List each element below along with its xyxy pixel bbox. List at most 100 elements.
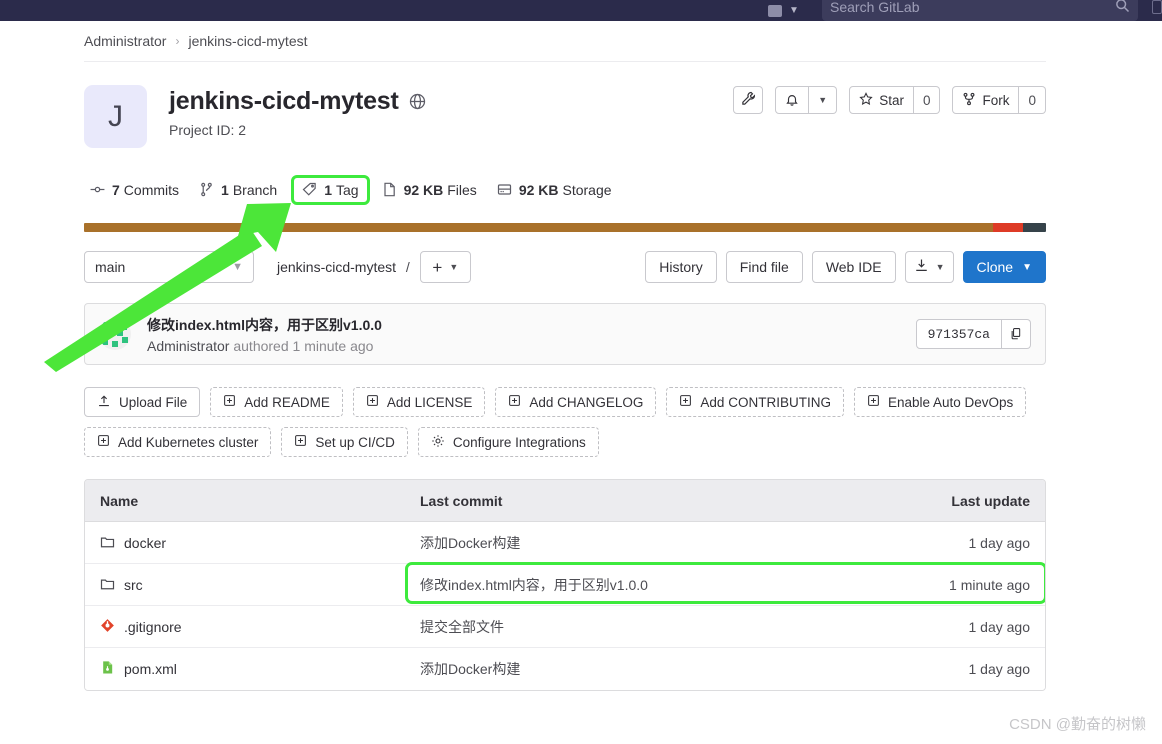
clone-button[interactable]: Clone ▼ xyxy=(962,251,1046,283)
breadcrumb: Administrator › jenkins-cicd-mytest xyxy=(84,21,1046,62)
branch-selector[interactable]: main ▼ xyxy=(84,251,254,283)
stat-files[interactable]: 92 KB Files xyxy=(376,177,483,203)
table-row[interactable]: pom.xml 添加Docker构建 1 day ago xyxy=(85,648,1045,690)
file-name[interactable]: .gitignore xyxy=(124,619,182,635)
file-last-update: 1 minute ago xyxy=(949,576,1030,593)
project-header-actions: ▼ Star 0 Fork 0 xyxy=(733,86,1046,114)
file-icon xyxy=(382,182,397,197)
bell-icon[interactable] xyxy=(775,86,810,114)
chevron-down-icon[interactable]: ▼ xyxy=(789,5,799,16)
download-icon xyxy=(914,258,929,276)
watermark: CSDN @勤奋的树懒 xyxy=(1009,716,1146,733)
stat-commits[interactable]: 7 Commits xyxy=(84,177,185,203)
quick-action-label: Add CONTRIBUTING xyxy=(700,394,831,410)
tag-icon xyxy=(302,182,317,197)
web-ide-button[interactable]: Web IDE xyxy=(811,251,896,283)
stat-files-value: 92 KB xyxy=(403,181,444,198)
file-name[interactable]: pom.xml xyxy=(124,661,177,677)
language-segment-2[interactable] xyxy=(993,223,1023,232)
stat-tags-value: 1 xyxy=(324,181,332,198)
fork-button[interactable]: Fork xyxy=(952,86,1020,114)
add-to-repository-button[interactable]: + ▼ xyxy=(419,251,471,283)
path-separator: / xyxy=(405,259,410,275)
project-settings-button[interactable] xyxy=(733,86,764,114)
find-file-button[interactable]: Find file xyxy=(725,251,803,283)
table-row[interactable]: .gitignore 提交全部文件 1 day ago xyxy=(85,606,1045,648)
table-header: Name Last commit Last update xyxy=(85,480,1045,522)
enable-auto-devops-button[interactable]: Enable Auto DevOps xyxy=(853,387,1027,417)
fork-label: Fork xyxy=(982,92,1010,108)
navbar-user-avatar[interactable] xyxy=(1152,0,1162,14)
add-contributing-button[interactable]: Add CONTRIBUTING xyxy=(666,387,844,417)
file-last-update: 1 day ago xyxy=(968,534,1031,551)
star-count[interactable]: 0 xyxy=(913,86,941,114)
path-root[interactable]: jenkins-cicd-mytest xyxy=(277,259,396,275)
notifications-chevron[interactable]: ▼ xyxy=(809,86,838,114)
stat-branches[interactable]: 1 Branch xyxy=(193,177,283,203)
fork-icon xyxy=(962,92,976,109)
quick-actions-row-2: Add Kubernetes cluster Set up CI/CD Conf… xyxy=(84,427,1046,457)
column-header-name: Name xyxy=(100,492,139,509)
page-title: jenkins-cicd-mytest xyxy=(169,87,399,115)
project-header: J jenkins-cicd-mytest Project ID: 2 ▼ St… xyxy=(84,62,1046,148)
top-navbar: ▼ Search GitLab xyxy=(0,0,1162,21)
commit-sha-group: 971357ca xyxy=(915,319,1031,349)
add-kubernetes-cluster-button[interactable]: Add Kubernetes cluster xyxy=(84,427,272,457)
storage-icon xyxy=(497,182,512,197)
language-segment-3[interactable] xyxy=(1022,223,1046,232)
quick-action-label: Add Kubernetes cluster xyxy=(118,434,259,450)
stat-storage-value: 92 KB xyxy=(518,181,559,198)
upload-file-button[interactable]: Upload File xyxy=(84,387,201,417)
stat-branches-label: Branch xyxy=(232,181,278,198)
chevron-down-icon: ▼ xyxy=(232,261,243,273)
stat-files-label: Files xyxy=(447,181,477,198)
breadcrumb-path: jenkins-cicd-mytest / xyxy=(277,259,416,275)
branch-icon xyxy=(199,182,214,197)
repository-tool-buttons: History Find file Web IDE ▼ Clone ▼ xyxy=(645,251,1046,283)
project-avatar: J xyxy=(84,85,147,148)
breadcrumb-item-project[interactable]: jenkins-cicd-mytest xyxy=(188,33,307,49)
table-row[interactable]: docker 添加Docker构建 1 day ago xyxy=(85,522,1045,564)
commit-sha[interactable]: 971357ca xyxy=(915,319,1002,349)
file-name[interactable]: src xyxy=(124,577,143,593)
notifications-dropdown[interactable]: ▼ xyxy=(775,86,838,114)
nav-menu-icon[interactable] xyxy=(768,4,782,17)
fork-button-group[interactable]: Fork 0 xyxy=(952,86,1046,114)
set-up-cicd-button[interactable]: Set up CI/CD xyxy=(281,427,408,457)
add-readme-button[interactable]: Add README xyxy=(210,387,343,417)
commit-message[interactable]: 修改index.html内容，用于区别v1.0.0 xyxy=(147,315,382,335)
wrench-icon xyxy=(741,91,756,109)
commit-author[interactable]: Administrator xyxy=(147,338,229,354)
file-commit-message[interactable]: 修改index.html内容，用于区别v1.0.0 xyxy=(420,575,915,595)
file-commit-message[interactable]: 添加Docker构建 xyxy=(420,533,915,553)
file-commit-message[interactable]: 提交全部文件 xyxy=(420,617,915,637)
file-name-cell: pom.xml xyxy=(85,660,420,678)
table-row[interactable]: src 修改index.html内容，用于区别v1.0.0 1 minute a… xyxy=(85,562,1045,606)
download-dropdown-button[interactable]: ▼ xyxy=(904,251,954,283)
configure-integrations-button[interactable]: Configure Integrations xyxy=(417,427,599,457)
stat-tags[interactable]: 1 Tag xyxy=(291,174,370,205)
global-search-box[interactable]: Search GitLab xyxy=(822,0,1138,21)
avatar[interactable] xyxy=(99,318,131,350)
language-segment-1[interactable] xyxy=(84,223,994,232)
search-input-placeholder: Search GitLab xyxy=(830,0,920,15)
add-changelog-button[interactable]: Add CHANGELOG xyxy=(495,387,657,417)
breadcrumb-item-group[interactable]: Administrator xyxy=(84,33,166,49)
fork-count[interactable]: 0 xyxy=(1019,86,1046,114)
stat-storage[interactable]: 92 KB Storage xyxy=(491,177,618,203)
branch-selected-label: main xyxy=(95,259,126,275)
search-icon[interactable] xyxy=(1115,0,1130,16)
quick-action-label: Upload File xyxy=(119,394,188,410)
chevron-right-icon: › xyxy=(175,34,180,48)
file-name[interactable]: docker xyxy=(124,535,166,551)
add-license-button[interactable]: Add LICENSE xyxy=(352,387,486,417)
project-page: Administrator › jenkins-cicd-mytest J je… xyxy=(84,21,1046,691)
file-commit-message[interactable]: 添加Docker构建 xyxy=(420,659,915,679)
star-button[interactable]: Star xyxy=(849,86,914,114)
stat-branches-value: 1 xyxy=(221,181,229,198)
history-button[interactable]: History xyxy=(645,251,717,283)
star-button-group[interactable]: Star 0 xyxy=(849,86,941,114)
copy-icon[interactable] xyxy=(1002,319,1031,349)
xml-file-icon xyxy=(100,660,115,678)
commit-icon xyxy=(90,182,105,197)
